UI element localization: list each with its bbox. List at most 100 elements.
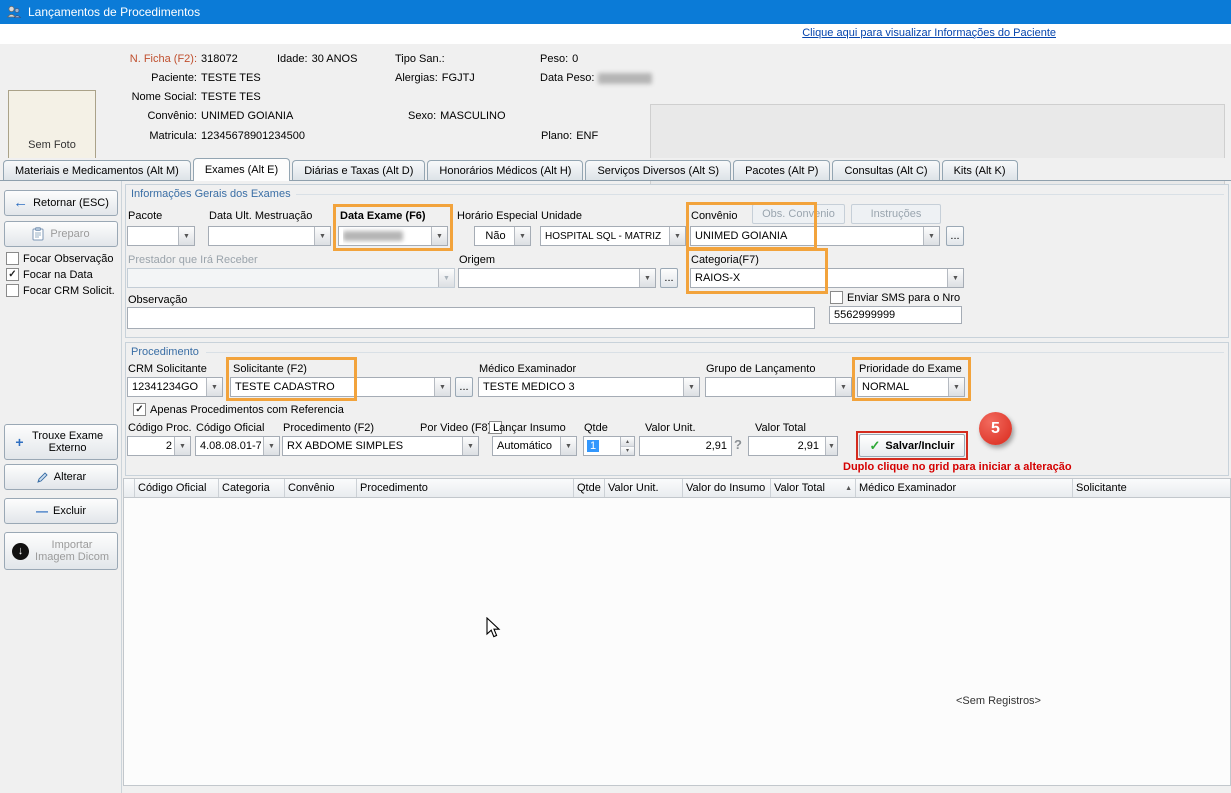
peso-value: 0	[572, 53, 578, 65]
qtde-stepper[interactable]: 1 ▴ ▾	[583, 436, 635, 456]
solicitante-ellipsis-button[interactable]: ...	[455, 377, 473, 397]
chevron-down-icon: ▼	[948, 378, 964, 396]
convenio-exame-select[interactable]: UNIMED GOIANIA ▼	[690, 226, 940, 246]
chevron-down-icon: ▼	[669, 227, 685, 245]
lancar-insumo-select[interactable]: Automático ▼	[492, 436, 577, 456]
unidade-select[interactable]: HOSPITAL SQL - MATRIZ ▼	[540, 226, 686, 246]
chevron-down-icon: ▼	[835, 378, 851, 396]
header-label: Valor do Insumo	[686, 482, 765, 494]
alterar-button[interactable]: Alterar	[4, 464, 118, 490]
pacote-label: Pacote	[128, 210, 162, 222]
tab-consultas[interactable]: Consultas (Alt C)	[832, 160, 939, 180]
focar-observacao-checkbox[interactable]: Focar Observação	[6, 252, 113, 265]
grupo-lancamento-label: Grupo de Lançamento	[706, 363, 815, 375]
importar-dicom-button[interactable]: ↓ Importar Imagem Dicom	[4, 532, 118, 570]
prioridade-select[interactable]: NORMAL ▼	[857, 377, 965, 397]
checkbox-box-checked: ✓	[6, 268, 19, 281]
grid-header-medico[interactable]: Médico Examinador	[856, 479, 1073, 497]
pacote-select[interactable]: ▼	[127, 226, 195, 246]
qtde-value: 1	[587, 440, 599, 452]
chevron-down-icon: ▼	[639, 269, 655, 287]
paciente-label: Paciente:	[82, 72, 197, 84]
tab-diarias[interactable]: Diárias e Taxas (Alt D)	[292, 160, 425, 180]
procedimento-title: Procedimento	[131, 346, 199, 358]
crm-solicitante-select[interactable]: 12341234GO ▼	[127, 377, 223, 397]
retornar-label: Retornar (ESC)	[33, 197, 109, 209]
convenio-ellipsis-button[interactable]: ...	[946, 226, 964, 246]
peso-label: Peso:	[540, 53, 568, 65]
enviar-sms-checkbox[interactable]: Enviar SMS para o Nro	[830, 291, 960, 304]
data-exame-select[interactable]: ▼	[338, 226, 448, 246]
chevron-down-icon: ▼	[923, 227, 939, 245]
tab-exames[interactable]: Exames (Alt E)	[193, 158, 290, 181]
patient-convenio-row: Convênio: UNIMED GOIANIA	[82, 110, 293, 122]
nome-social-label: Nome Social:	[82, 91, 197, 103]
checkbox-box	[6, 252, 19, 265]
focar-na-data-checkbox[interactable]: ✓ Focar na Data	[6, 268, 93, 281]
origem-ellipsis-button[interactable]: ...	[660, 268, 678, 288]
procedimento-select[interactable]: RX ABDOME SIMPLES ▼	[282, 436, 479, 456]
procedimento-value: RX ABDOME SIMPLES	[287, 437, 460, 455]
grid-header-qtde[interactable]: Qtde	[574, 479, 605, 497]
excluir-button[interactable]: — Excluir	[4, 498, 118, 524]
horario-especial-select[interactable]: Não ▼	[474, 226, 531, 246]
retornar-button[interactable]: ← Retornar (ESC)	[4, 190, 118, 216]
grid-header-procedimento[interactable]: Procedimento	[357, 479, 574, 497]
patient-info-link[interactable]: Clique aqui para visualizar Informações …	[802, 27, 1056, 39]
apenas-referencia-checkbox[interactable]: ✓ Apenas Procedimentos com Referencia	[133, 403, 344, 416]
stepper-down-icon[interactable]: ▾	[621, 447, 634, 456]
patient-name-row: Paciente: TESTE TES	[82, 72, 261, 84]
observacao-input[interactable]	[127, 307, 815, 329]
solicitante-select[interactable]: TESTE CADASTRO ▼	[230, 377, 451, 397]
procedures-grid[interactable]: Código Oficial Categoria Convênio Proced…	[123, 478, 1231, 786]
app-window: Lançamentos de Procedimentos Clique aqui…	[0, 0, 1231, 793]
medico-examinador-select[interactable]: TESTE MEDICO 3 ▼	[478, 377, 700, 397]
header-label: Convênio	[288, 482, 334, 494]
stepper-buttons[interactable]: ▴ ▾	[620, 437, 634, 455]
horario-especial-label: Horário Especial	[457, 210, 538, 222]
plano-label: Plano:	[541, 130, 572, 142]
data-ult-select[interactable]: ▼	[208, 226, 331, 246]
codigo-proc-select[interactable]: 2 ▼	[127, 436, 191, 456]
origem-select[interactable]: ▼	[458, 268, 656, 288]
tab-honorarios[interactable]: Honorários Médicos (Alt H)	[427, 160, 583, 180]
chevron-down-icon: ▼	[174, 437, 190, 455]
valor-total-field[interactable]: 2,91 ▼	[748, 436, 838, 456]
codigo-oficial-select[interactable]: 4.08.08.01-7 ▼	[195, 436, 280, 456]
preparo-button[interactable]: Preparo	[4, 221, 118, 247]
categoria-select[interactable]: RAIOS-X ▼	[690, 268, 964, 288]
instrucoes-button[interactable]: Instruções	[851, 204, 941, 224]
trouxe-exame-externo-button[interactable]: + Trouxe Exame Externo	[4, 424, 118, 460]
qtde-label: Qtde	[584, 422, 608, 434]
header-label: Valor Unit.	[608, 482, 659, 494]
window-title: Lançamentos de Procedimentos	[28, 5, 200, 19]
grid-header-valor-insumo[interactable]: Valor do Insumo	[683, 479, 771, 497]
patient-plano-row: Plano: ENF	[541, 130, 598, 142]
matricula-value: 12345678901234500	[201, 130, 305, 142]
tab-pacotes[interactable]: Pacotes (Alt P)	[733, 160, 830, 180]
tab-materiais[interactable]: Materiais e Medicamentos (Alt M)	[3, 160, 191, 180]
tab-servicos[interactable]: Serviços Diversos (Alt S)	[585, 160, 731, 180]
grid-header-categoria[interactable]: Categoria	[219, 479, 285, 497]
prestador-select[interactable]: ▼	[127, 268, 455, 288]
stepper-up-icon[interactable]: ▴	[621, 437, 634, 447]
salvar-incluir-button[interactable]: ✓ Salvar/Incluir	[859, 434, 965, 457]
grid-header-valor-unit[interactable]: Valor Unit.	[605, 479, 683, 497]
ellipsis-icon: ...	[950, 230, 959, 242]
obs-convenio-button[interactable]: Obs. Convenio	[752, 204, 845, 224]
tab-kits[interactable]: Kits (Alt K)	[942, 160, 1018, 180]
grupo-lancamento-select[interactable]: ▼	[705, 377, 852, 397]
patient-datapeso-row: Data Peso:	[540, 72, 652, 84]
grid-header-solicitante[interactable]: Solicitante	[1073, 479, 1231, 497]
sms-number-input[interactable]: 5562999999	[829, 306, 962, 324]
grid-header-valor-total[interactable]: Valor Total▲	[771, 479, 856, 497]
focar-observacao-label: Focar Observação	[23, 253, 113, 265]
grid-header-convenio[interactable]: Convênio	[285, 479, 357, 497]
enviar-sms-label: Enviar SMS para o Nro	[847, 292, 960, 304]
grid-header-codigo-oficial[interactable]: Código Oficial	[135, 479, 219, 497]
valor-unit-input[interactable]: 2,91	[639, 436, 732, 456]
unidade-label: Unidade	[541, 210, 582, 222]
patient-tiposan-row: Tipo San.:	[395, 53, 449, 65]
origem-label: Origem	[459, 254, 495, 266]
focar-crm-checkbox[interactable]: Focar CRM Solicit.	[6, 284, 115, 297]
